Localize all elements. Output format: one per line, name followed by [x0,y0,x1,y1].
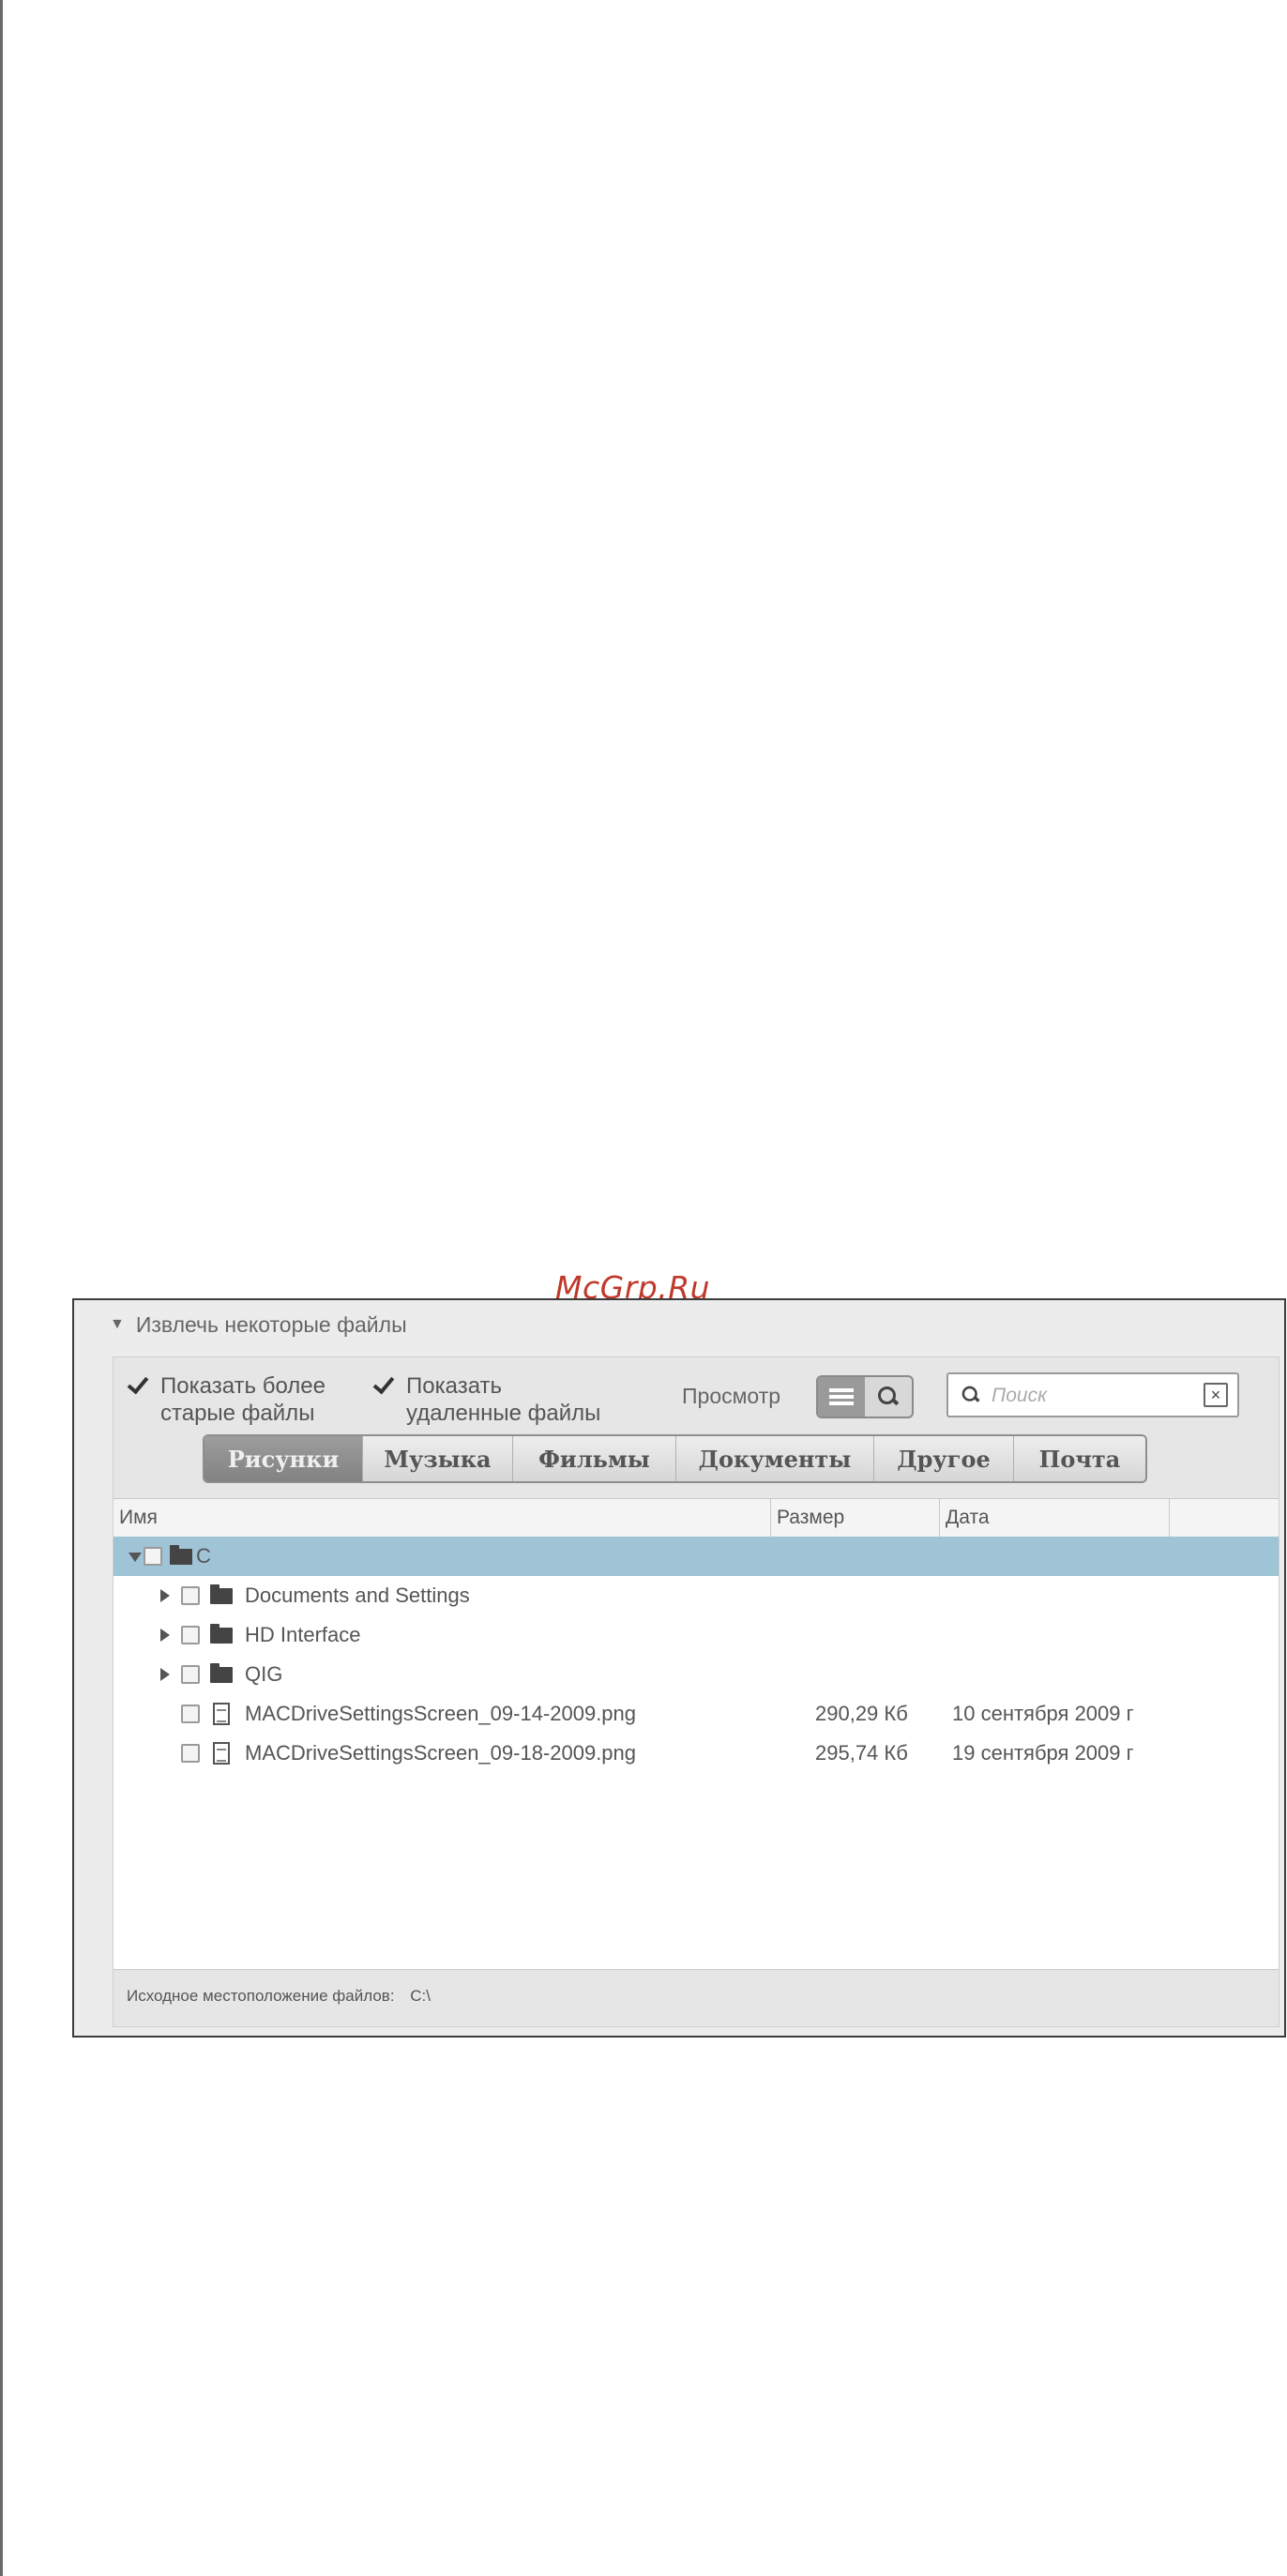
expand-triangle-icon[interactable] [160,1668,170,1681]
expand-triangle-icon[interactable] [129,1553,142,1562]
file-table: Имя Размер Дата C Documents and Settings [114,1498,1279,1970]
table-header: Имя Размер Дата [114,1499,1279,1538]
row-checkbox[interactable] [181,1586,200,1605]
show-older-files-label-line2: старые файлы [160,1401,315,1426]
table-row[interactable]: MACDriveSettingsScreen_09-14-2009.png 29… [114,1694,1279,1734]
search-icon [877,1386,900,1408]
row-checkbox[interactable] [181,1744,200,1763]
show-older-files-label: Показать более старые файлы [160,1372,326,1427]
row-name: C [196,1544,211,1568]
row-name: MACDriveSettingsScreen_09-14-2009.png [245,1702,637,1725]
row-date: 10 сентября 2009 г [952,1702,1134,1725]
category-tabs: Рисунки Музыка Фильмы Документы Другое П… [203,1434,1147,1483]
collapse-triangle-icon[interactable]: ▼ [110,1316,125,1333]
restore-window: ▼ Извлечь некоторые файлы Показать более… [72,1298,1286,2038]
row-name: QIG [245,1662,283,1686]
list-icon [829,1388,854,1405]
section-title: Извлечь некоторые файлы [135,1311,407,1337]
show-deleted-files-label-line1: Показать [406,1373,503,1399]
file-browser-panel: Показать более старые файлы Показать уда… [113,1356,1279,2027]
table-row[interactable]: MACDriveSettingsScreen_09-18-2009.png 29… [114,1734,1279,1773]
tab-other[interactable]: Другое [873,1436,1013,1481]
expand-triangle-icon[interactable] [160,1589,170,1602]
folder-icon [210,1663,233,1683]
column-header-name[interactable]: Имя [114,1499,770,1537]
column-header-size[interactable]: Размер [770,1499,939,1537]
view-label: Просмотр [682,1384,781,1408]
list-view-button[interactable] [818,1377,865,1417]
row-name: HD Interface [245,1623,361,1646]
search-field[interactable]: × [946,1372,1239,1417]
row-checkbox[interactable] [181,1626,200,1644]
close-icon[interactable]: × [1204,1383,1228,1407]
row-checkbox[interactable] [181,1665,200,1684]
table-row[interactable]: Documents and Settings [114,1576,1279,1615]
table-row[interactable]: QIG [114,1655,1279,1694]
source-location-value: C:\ [410,1987,432,2005]
preview-view-button[interactable] [865,1377,912,1417]
row-size: 290,29 Кб [815,1702,908,1725]
search-input[interactable] [990,1380,1181,1412]
search-icon [961,1386,980,1404]
tab-movies[interactable]: Фильмы [512,1436,675,1481]
view-mode-toggle[interactable] [816,1375,914,1418]
row-checkbox[interactable] [144,1547,162,1566]
section-header[interactable]: ▼ Извлечь некоторые файлы [110,1306,407,1343]
file-icon [213,1703,230,1725]
table-row[interactable]: HD Interface [114,1615,1279,1655]
column-header-date[interactable]: Дата [939,1499,1170,1537]
show-deleted-files-label-line2: удаленные файлы [406,1401,601,1426]
show-older-files-label-line1: Показать более [160,1373,326,1399]
file-icon [213,1742,230,1765]
page-left-border [0,0,3,2576]
table-row[interactable]: C [114,1537,1279,1576]
status-bar: Исходное местоположение файлов: C:\ [114,1969,1279,2025]
row-name: MACDriveSettingsScreen_09-18-2009.png [245,1741,637,1765]
show-deleted-files-checkbox[interactable] [372,1375,393,1396]
tab-mail[interactable]: Почта [1013,1436,1145,1481]
show-older-files-checkbox[interactable] [127,1375,147,1396]
show-deleted-files-label: Показать удаленные файлы [406,1372,600,1427]
expand-triangle-icon[interactable] [160,1629,170,1642]
tab-music[interactable]: Музыка [362,1436,512,1481]
row-date: 19 сентября 2009 г [952,1741,1134,1765]
show-deleted-files-option[interactable]: Показать удаленные файлы [372,1372,600,1427]
tab-pictures[interactable]: Рисунки [204,1436,362,1481]
folder-icon [210,1584,233,1604]
row-name: Documents and Settings [245,1583,470,1607]
folder-icon [170,1545,192,1565]
tab-documents[interactable]: Документы [675,1436,873,1481]
source-location-label: Исходное местоположение файлов: [127,1987,395,2005]
row-size: 295,74 Кб [815,1741,908,1765]
show-older-files-option[interactable]: Показать более старые файлы [127,1372,326,1427]
row-checkbox[interactable] [181,1705,200,1723]
folder-icon [210,1624,233,1644]
